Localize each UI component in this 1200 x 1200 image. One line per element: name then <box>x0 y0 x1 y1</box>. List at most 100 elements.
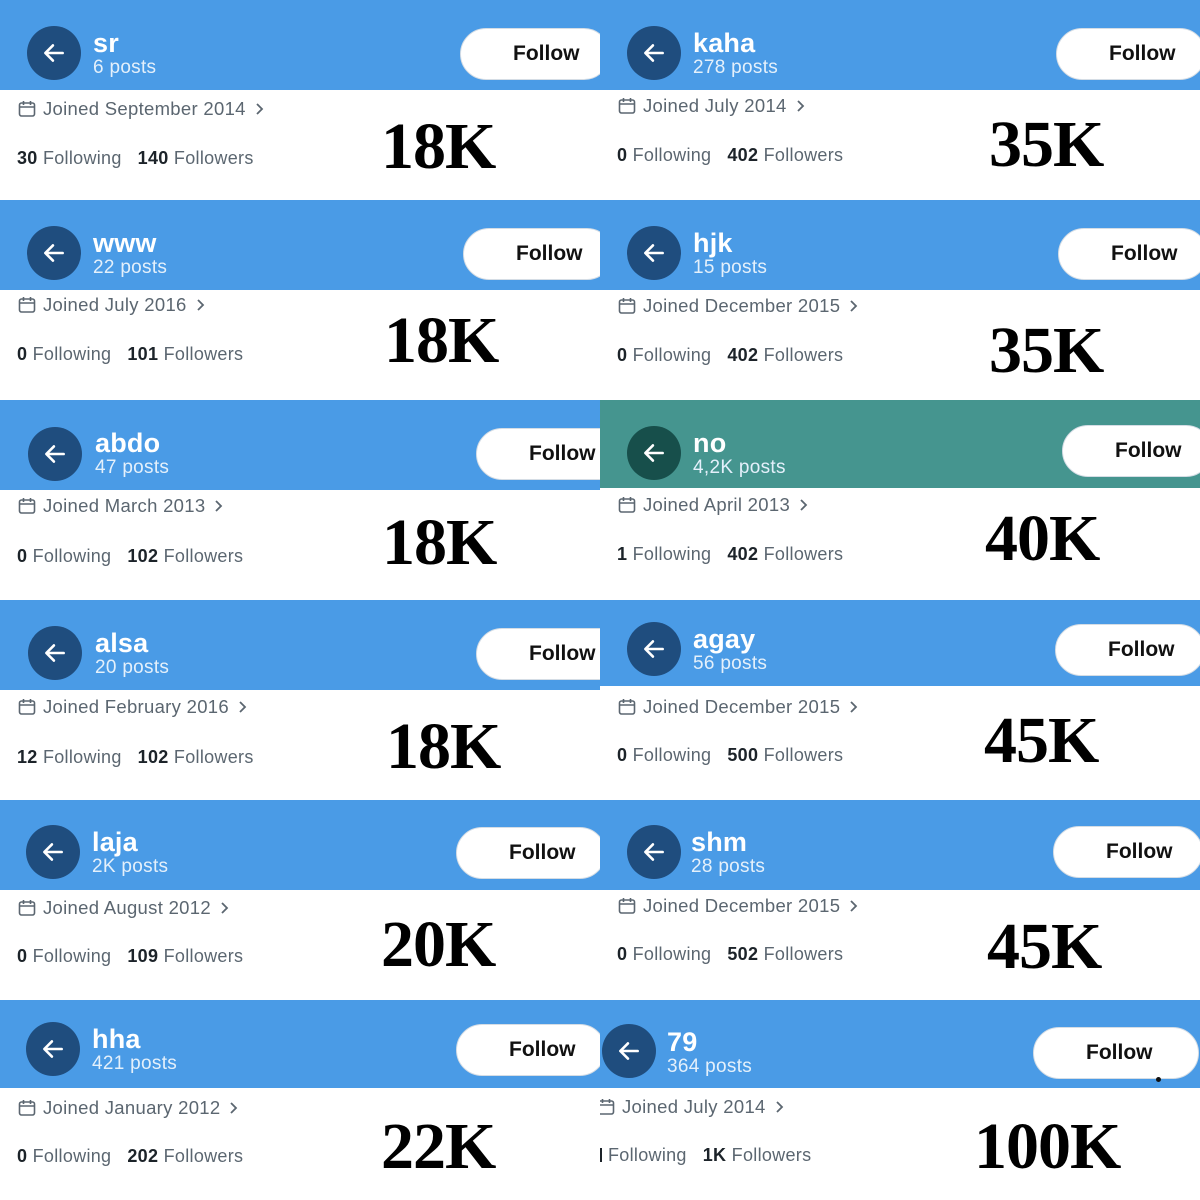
arrow-left-icon <box>644 444 664 462</box>
joined-date[interactable]: Joined July 2014 <box>600 1096 787 1118</box>
follow-stats: 0 Following 202 Followers <box>17 1146 243 1167</box>
joined-date[interactable]: Joined December 2015 <box>617 295 861 317</box>
calendar-icon <box>618 497 636 513</box>
price-label: 22K <box>381 1110 496 1183</box>
followers-label[interactable]: Followers <box>164 344 244 364</box>
profile-name: shm <box>691 827 748 857</box>
following-label[interactable]: Following <box>633 544 712 564</box>
followers-count: 402 <box>727 345 759 365</box>
follow-button[interactable]: Follow <box>463 228 600 280</box>
follow-button[interactable]: Follow <box>1056 28 1200 80</box>
back-button[interactable] <box>28 427 82 481</box>
arrow-left-icon <box>44 44 64 62</box>
joined-label: Joined December 2015 <box>643 895 841 916</box>
followers-label[interactable]: Followers <box>764 745 844 765</box>
profile-banner: laja 2K posts Follow <box>0 800 600 890</box>
profile-card: www 22 posts Follow Joined July 2016 0 F… <box>0 200 600 400</box>
followers-label[interactable]: Followers <box>764 544 844 564</box>
back-button[interactable] <box>27 26 81 80</box>
arrow-left-icon <box>45 445 65 463</box>
joined-date[interactable]: Joined February 2016 <box>17 696 250 718</box>
chevron-right-icon <box>800 499 808 511</box>
back-button[interactable] <box>627 825 681 879</box>
follow-button[interactable]: Follow <box>476 428 600 480</box>
following-label[interactable]: Following <box>633 145 712 165</box>
joined-date[interactable]: Joined January 2012 <box>17 1097 241 1119</box>
following-label[interactable]: Following <box>33 546 112 566</box>
follow-button[interactable]: Follow <box>476 628 600 680</box>
profile-name: 79 <box>667 1027 698 1057</box>
calendar-icon <box>18 900 36 916</box>
chevron-right-icon <box>230 1102 238 1114</box>
followers-label[interactable]: Followers <box>164 546 244 566</box>
follow-button[interactable]: Follow <box>1053 826 1200 878</box>
chevron-right-icon <box>215 500 223 512</box>
followers-label[interactable]: Followers <box>764 944 844 964</box>
followers-count: 109 <box>127 946 159 966</box>
following-label[interactable]: Following <box>633 944 712 964</box>
followers-label[interactable]: Followers <box>164 1146 244 1166</box>
chevron-right-icon <box>256 103 264 115</box>
followers-label[interactable]: Followers <box>164 946 244 966</box>
arrow-left-icon <box>619 1042 639 1060</box>
profile-banner: sr 6 posts Follow <box>0 0 600 90</box>
following-count: 30 <box>17 148 38 168</box>
joined-date[interactable]: Joined July 2016 <box>17 294 208 316</box>
back-button[interactable] <box>627 426 681 480</box>
joined-label: Joined July 2016 <box>43 294 187 315</box>
follow-stats: 0 Following 500 Followers <box>617 745 843 766</box>
following-label[interactable]: Following <box>33 946 112 966</box>
calendar-icon <box>618 298 636 314</box>
followers-count: 502 <box>727 944 759 964</box>
back-button[interactable] <box>627 26 681 80</box>
followers-label[interactable]: Followers <box>174 747 254 767</box>
following-label[interactable]: Following <box>33 344 112 364</box>
joined-date[interactable]: Joined September 2014 <box>17 98 267 120</box>
back-button[interactable] <box>627 622 681 676</box>
joined-label: Joined September 2014 <box>43 98 246 119</box>
follow-button[interactable]: Follow <box>1062 425 1200 477</box>
follow-button[interactable]: Follow <box>1055 624 1200 676</box>
following-count: 0 <box>617 944 628 964</box>
profile-banner: hha 421 posts Follow <box>0 1000 600 1088</box>
following-label[interactable]: Following <box>608 1145 687 1165</box>
profile-banner: hjk 15 posts Follow <box>600 200 1200 290</box>
followers-label[interactable]: Followers <box>732 1145 812 1165</box>
follow-button[interactable]: Follow <box>1033 1027 1199 1079</box>
post-count: 278 posts <box>693 57 779 78</box>
back-button[interactable] <box>28 626 82 680</box>
follow-button[interactable]: Follow <box>1058 228 1200 280</box>
followers-count: 101 <box>127 344 159 364</box>
joined-date[interactable]: Joined August 2012 <box>17 897 232 919</box>
following-label[interactable]: Following <box>633 345 712 365</box>
profile-card: hha 421 posts Follow Joined January 2012… <box>0 1000 600 1200</box>
joined-date[interactable]: Joined December 2015 <box>617 696 861 718</box>
follow-button[interactable]: Follow <box>460 28 600 80</box>
joined-label: Joined April 2013 <box>643 494 791 515</box>
profile-name: alsa <box>95 628 149 658</box>
back-button[interactable] <box>602 1024 656 1078</box>
back-button[interactable] <box>627 226 681 280</box>
back-button[interactable] <box>26 1022 80 1076</box>
following-label[interactable]: Following <box>43 148 122 168</box>
followers-label[interactable]: Followers <box>764 345 844 365</box>
back-button[interactable] <box>27 226 81 280</box>
followers-label[interactable]: Followers <box>764 145 844 165</box>
joined-date[interactable]: Joined July 2014 <box>617 95 808 117</box>
following-label[interactable]: Following <box>33 1146 112 1166</box>
arrow-left-icon <box>644 843 664 861</box>
followers-count: 140 <box>137 148 169 168</box>
back-button[interactable] <box>26 825 80 879</box>
profile-name: agay <box>693 624 756 654</box>
joined-date[interactable]: Joined March 2013 <box>17 495 226 517</box>
chevron-right-icon <box>850 900 858 912</box>
following-label[interactable]: Following <box>633 745 712 765</box>
joined-date[interactable]: Joined December 2015 <box>617 895 861 917</box>
followers-label[interactable]: Followers <box>174 148 254 168</box>
follow-stats: 30 Following 140 Followers <box>17 148 254 169</box>
follow-button[interactable]: Follow <box>456 1024 600 1076</box>
calendar-icon <box>18 699 36 715</box>
joined-date[interactable]: Joined April 2013 <box>617 494 811 516</box>
follow-button[interactable]: Follow <box>456 827 600 879</box>
following-label[interactable]: Following <box>43 747 122 767</box>
